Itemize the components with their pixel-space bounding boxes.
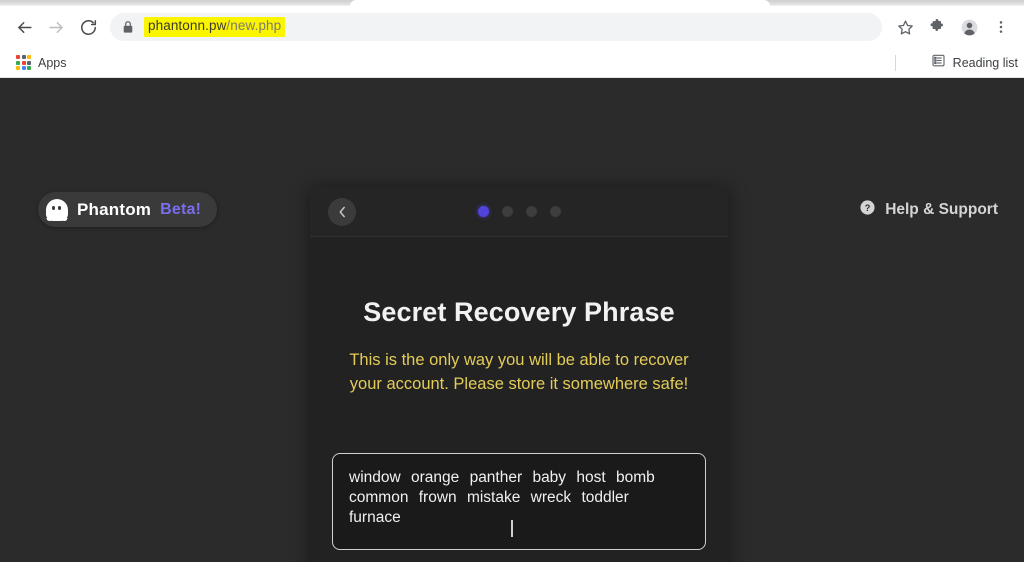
card-header	[310, 187, 728, 237]
chrome-menu-icon[interactable]	[986, 12, 1016, 42]
phantom-ghost-icon	[46, 198, 68, 223]
bookmark-apps[interactable]: Apps	[10, 53, 73, 72]
extensions-puzzle-icon[interactable]	[922, 12, 952, 42]
bookmarks-bar: Apps Reading list	[0, 48, 1024, 78]
recovery-phrase-words: window orange panther baby host bomb com…	[349, 468, 655, 527]
lock-icon	[122, 20, 134, 34]
page-title: Secret Recovery Phrase	[363, 297, 675, 327]
bookmark-star-icon[interactable]	[890, 12, 920, 42]
url-path: /new.php	[226, 18, 282, 34]
bookmarks-divider	[895, 55, 896, 71]
recovery-phrase-box[interactable]: window orange panther baby host bomb com…	[332, 452, 706, 550]
card-body: Secret Recovery Phrase This is the only …	[310, 297, 728, 562]
profile-avatar-icon[interactable]	[954, 12, 984, 42]
reload-button[interactable]	[72, 11, 104, 43]
bookmark-apps-label: Apps	[38, 55, 67, 70]
address-bar[interactable]: phantonn.pw/new.php	[110, 13, 882, 41]
step-dot-4[interactable]	[549, 206, 561, 217]
help-circle-icon: ?	[859, 199, 876, 221]
step-dot-3[interactable]	[525, 206, 537, 217]
url-host: phantonn.pw	[148, 18, 227, 34]
reading-list-label: Reading list	[952, 56, 1018, 70]
reading-list-button[interactable]: Reading list	[919, 48, 1018, 78]
step-dot-1[interactable]	[477, 206, 489, 217]
warning-text: This is the only way you will be able to…	[349, 351, 689, 394]
brand-name: Phantom	[77, 199, 152, 219]
toolbar-actions	[890, 12, 1016, 42]
svg-text:?: ?	[865, 203, 871, 213]
browser-toolbar: phantonn.pw/new.php	[0, 6, 1024, 48]
onboarding-card: Secret Recovery Phrase This is the only …	[310, 187, 728, 562]
brand-beta-tag: Beta!	[160, 200, 202, 218]
phantom-brand-badge[interactable]: Phantom Beta!	[38, 192, 218, 227]
text-caret	[511, 519, 513, 537]
browser-window: phantonn.pw/new.php Apps Reading list Ph…	[0, 0, 1024, 562]
step-indicator	[310, 206, 728, 217]
help-and-support-link[interactable]: ? Help & Support	[859, 199, 998, 221]
forward-button[interactable]	[40, 11, 72, 43]
page-content: Phantom Beta! ? Help & Support Secret Re…	[0, 79, 1024, 562]
step-dot-2[interactable]	[501, 206, 513, 217]
help-and-support-label: Help & Support	[885, 201, 998, 218]
reading-list-icon	[931, 53, 946, 73]
apps-grid-icon	[16, 55, 31, 70]
back-button[interactable]	[8, 11, 40, 43]
url-text: phantonn.pw/new.php	[144, 17, 286, 37]
